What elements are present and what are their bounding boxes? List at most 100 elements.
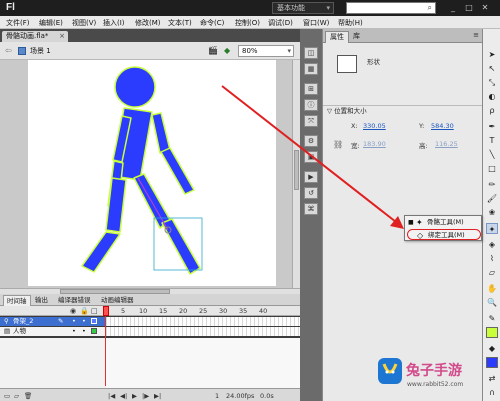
lock-dot[interactable]: • [82,317,86,326]
brush-tool-icon[interactable]: 🖌 [486,193,498,204]
delete-layer-icon[interactable]: 🗑 [24,392,32,400]
deco-tool-icon[interactable]: ❀ [486,207,498,218]
paint-bucket-tool-icon[interactable]: ◈ [486,239,498,250]
stage-canvas[interactable] [28,60,276,286]
scene-label[interactable]: 场景 1 [30,46,51,56]
fill-color-icon[interactable]: ◆ [486,343,498,354]
tab-compiler-errors[interactable]: 编译器错误 [55,295,94,306]
x-value[interactable]: 330.05 [363,122,386,130]
stage-vertical-scrollbar[interactable] [292,60,300,288]
menu-view[interactable]: 视图(V) [72,18,96,28]
actions-panel-icon[interactable]: ⚙ [304,135,318,147]
stroke-color-icon[interactable]: ✎ [486,313,498,324]
playhead[interactable] [103,306,109,316]
color-panel-icon[interactable]: ◫ [304,47,318,59]
layer-row[interactable]: ▤ 人物 • • [0,327,105,336]
transform-panel-icon[interactable]: ⤧ [304,115,318,127]
line-tool-icon[interactable]: ╲ [486,149,498,160]
maximize-button[interactable]: □ [462,2,476,13]
menu-help[interactable]: 帮助(H) [338,18,363,28]
pencil-tool-icon[interactable]: ✏ [486,179,498,190]
menu-insert[interactable]: 插入(I) [103,18,125,28]
tab-motion-editor[interactable]: 动画编辑器 [98,295,137,306]
eye-icon[interactable]: ◉ [70,307,76,315]
menu-text[interactable]: 文本(T) [168,18,192,28]
prev-frame-button[interactable]: ◀| [120,392,127,400]
layer-frames[interactable] [106,317,300,326]
play-button[interactable]: ▶ [132,392,137,400]
stick-figure[interactable] [28,60,276,286]
snap-magnet-icon[interactable]: ∩ [486,387,498,398]
close-icon[interactable]: × [59,31,65,42]
last-frame-button[interactable]: ▶| [154,392,161,400]
menu-modify[interactable]: 修改(M) [135,18,161,28]
stroke-color-swatch[interactable] [486,327,498,338]
hand-tool-icon[interactable]: ✋ [486,283,498,294]
align-panel-icon[interactable]: ⊞ [304,83,318,95]
link-proportions-icon[interactable]: ⛓ [333,140,343,149]
layer-color-swatch[interactable] [91,318,97,324]
edit-symbol-icon[interactable]: ◆ [224,46,230,55]
free-transform-tool-icon[interactable]: ⤡ [486,77,498,88]
visibility-dot[interactable]: • [72,317,76,326]
fill-color-swatch[interactable] [486,357,498,368]
lock-dot[interactable]: • [82,327,86,336]
movie-explorer-icon[interactable]: ⌘ [304,203,318,215]
layer-name[interactable]: 骨架_2 [13,317,33,326]
lasso-tool-icon[interactable]: ρ [486,105,498,116]
visibility-dot[interactable]: • [72,327,76,336]
outline-icon[interactable]: □ [91,307,98,315]
eyedropper-tool-icon[interactable]: ⌇ [486,253,498,264]
menu-edit[interactable]: 编辑(E) [39,18,63,28]
menu-control[interactable]: 控制(O) [235,18,260,28]
swap-colors-icon[interactable]: ⇄ [486,373,498,384]
menu-item-bind-tool[interactable]: ◇ 绑定工具(M) [407,229,481,240]
subselection-tool-icon[interactable]: ↖ [486,63,498,74]
workspace-switcher[interactable]: 基本功能 ▾ [272,2,334,14]
next-frame-button[interactable]: |▶ [142,392,149,400]
scroll-thumb[interactable] [294,150,299,190]
back-arrow-icon[interactable]: ⇦ [5,46,12,55]
pen-tool-icon[interactable]: ✒ [486,121,498,132]
y-value[interactable]: 584.30 [431,122,454,130]
eraser-tool-icon[interactable]: ▱ [486,267,498,278]
frame-rate[interactable]: 24.00fps [226,392,254,400]
document-tab[interactable]: 骨骼动画.fla* × [2,31,68,42]
info-panel-icon[interactable]: ⓘ [304,99,318,111]
layer-name[interactable]: 人物 [13,327,26,336]
menu-commands[interactable]: 命令(C) [200,18,224,28]
new-folder-icon[interactable]: ▱ [14,392,19,400]
selection-tool-icon[interactable]: ➤ [486,49,498,60]
close-button[interactable]: ✕ [478,2,492,13]
text-tool-icon[interactable]: T [486,135,498,146]
position-size-header[interactable]: ▽ 位置和大小 [323,105,483,115]
motion-presets-icon[interactable]: ▶ [304,171,318,183]
layer-frames[interactable] [106,327,300,336]
menu-item-bone-tool[interactable]: ■ ✦ 骨骼工具(M) [407,217,481,228]
swatches-panel-icon[interactable]: ▦ [304,63,318,75]
rectangle-tool-icon[interactable]: □ [486,163,498,174]
height-value[interactable]: 116.25 [435,140,458,148]
minimize-button[interactable]: _ [446,2,460,13]
lock-icon[interactable]: 🔒 [80,307,89,315]
bone-tool-icon[interactable]: ✦ [486,223,498,234]
edit-scene-icon[interactable]: 🎬 [208,46,218,55]
menu-debug[interactable]: 调试(D) [268,18,293,28]
layer-color-swatch[interactable] [91,328,97,334]
history-panel-icon[interactable]: ↺ [304,187,318,199]
components-panel-icon[interactable]: ▣ [304,151,318,163]
3d-rotation-tool-icon[interactable]: ◐ [486,91,498,102]
tab-output[interactable]: 输出 [32,295,51,306]
first-frame-button[interactable]: |◀ [108,392,115,400]
search-input[interactable]: ⌕ [346,2,436,14]
tab-timeline[interactable]: 时间轴 [3,295,31,306]
zoom-select[interactable]: 80% ▾ [238,45,294,57]
new-layer-icon[interactable]: ▭ [4,392,10,400]
menu-window[interactable]: 窗口(W) [303,18,329,28]
width-value[interactable]: 183.90 [363,140,386,148]
layer-row[interactable]: ⚲ 骨架_2 ✎ • • [0,317,105,326]
panel-menu-icon[interactable]: ≡ [473,31,479,39]
tab-properties[interactable]: 属性 [325,31,349,43]
menu-file[interactable]: 文件(F) [6,18,30,28]
tab-library[interactable]: 库 [349,31,364,43]
